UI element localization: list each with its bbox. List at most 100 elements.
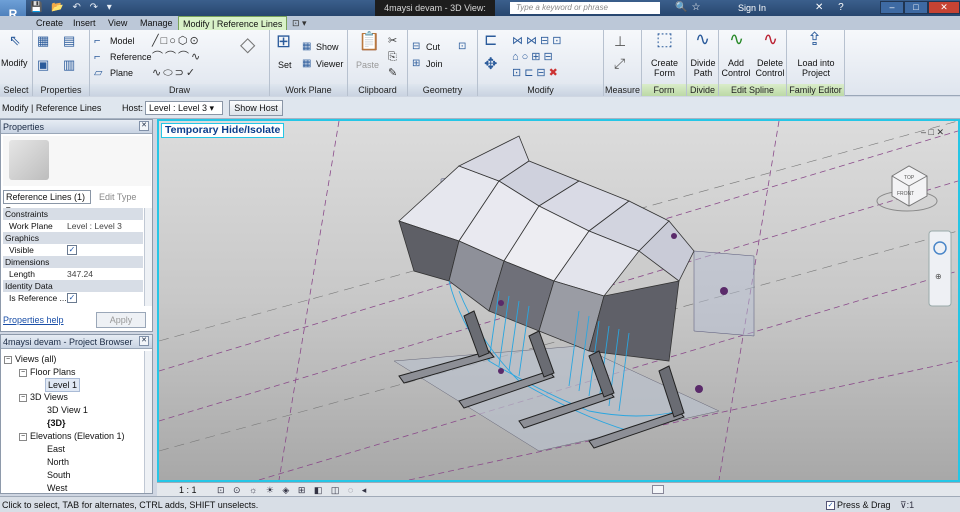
paste-icon[interactable]: 📋 xyxy=(358,32,380,50)
tree-node-selected[interactable]: Level 1 xyxy=(45,378,81,392)
modify-tools-row3-icon[interactable]: ⊡⊏⊟✖ xyxy=(512,66,561,80)
tree-node[interactable]: West xyxy=(47,482,67,494)
modify-tools-row2-icon[interactable]: ⌂○⊞⊟ xyxy=(512,50,556,64)
property-row[interactable]: Visible ✓ xyxy=(3,244,143,256)
draw-shapes-icon[interactable]: ╱□○⬡⊙ xyxy=(152,34,201,48)
horizontal-scrollbar-thumb[interactable] xyxy=(652,485,664,494)
view-window-controls[interactable]: – □ ✕ xyxy=(921,127,944,137)
minimize-button[interactable]: – xyxy=(880,1,904,14)
category-dimensions[interactable]: Dimensions xyxy=(3,256,143,268)
modify-tools-row1-icon[interactable]: ⋈⋈⊟⊡ xyxy=(512,34,564,48)
divide-path-button[interactable]: Divide Path xyxy=(687,58,719,78)
viewer-button[interactable]: Viewer xyxy=(316,59,343,69)
help-icon[interactable]: ✕ ? xyxy=(815,1,850,15)
match-properties-icon[interactable]: ✎ xyxy=(388,66,397,80)
delete-control-icon[interactable]: ∿ xyxy=(763,30,778,48)
drawing-area-3d-view[interactable]: FRONT TOP ⊕ – □ ✕ Temporary Hide/Isolate xyxy=(157,119,960,482)
plane-button[interactable]: Plane xyxy=(110,68,133,78)
join-geometry-icon[interactable]: ⊞ xyxy=(412,57,420,71)
tab-create[interactable]: Create xyxy=(36,16,63,30)
view-control-icons[interactable]: ⊡ ⊙ ☼ ☀ ◈ ⊞ ◧ ◫ ◌ ◂ xyxy=(217,483,369,497)
modify-button[interactable]: Modify xyxy=(1,58,28,68)
tab-insert[interactable]: Insert xyxy=(73,16,96,30)
property-row[interactable]: Length 347.24 xyxy=(3,268,143,280)
cut-icon[interactable]: ✂ xyxy=(388,34,397,48)
tree-node[interactable]: − Elevations (Elevation 1) xyxy=(19,430,125,442)
category-graphics[interactable]: Graphics xyxy=(3,232,143,244)
model-geometry[interactable]: FRONT TOP ⊕ – □ ✕ xyxy=(159,121,958,480)
reference-button[interactable]: Reference xyxy=(110,52,152,62)
visible-checkbox[interactable]: ✓ xyxy=(67,245,77,255)
dimension-icon[interactable]: ⤢ xyxy=(614,56,625,70)
viewer-icon[interactable]: ▦ xyxy=(302,57,311,71)
category-constraints[interactable]: Constraints xyxy=(3,208,143,220)
copy-icon[interactable]: ⎘ xyxy=(388,50,397,64)
draw-arcs-icon[interactable]: ⌒⌒⌒∿ xyxy=(152,50,202,64)
tree-node-active-view[interactable]: {3D} xyxy=(47,417,66,429)
infocenter-icons[interactable]: 🔍☆ xyxy=(675,1,704,15)
collapse-icon[interactable]: − xyxy=(19,432,27,441)
properties-icon[interactable]: ▤ xyxy=(63,34,75,48)
move-icon[interactable]: ✥ xyxy=(484,57,497,73)
wall-joins-icon[interactable]: ⊡ xyxy=(458,40,466,54)
paste-button[interactable]: Paste xyxy=(356,60,379,70)
close-button[interactable]: ✕ xyxy=(928,1,960,14)
show-host-button[interactable]: Show Host xyxy=(229,100,283,116)
sign-in-button[interactable]: Sign In xyxy=(738,1,766,15)
browser-scrollbar[interactable] xyxy=(144,351,152,493)
divide-path-icon[interactable]: ∿ xyxy=(695,30,710,48)
maximize-button[interactable]: □ xyxy=(904,1,928,14)
reference-line-icon[interactable]: ⌐ xyxy=(94,50,100,64)
search-input[interactable]: Type a keyword or phrase xyxy=(510,2,660,14)
tree-node[interactable]: South xyxy=(47,469,71,481)
show-button[interactable]: Show xyxy=(316,42,339,52)
show-icon[interactable]: ▦ xyxy=(302,40,311,54)
cut-geometry-icon[interactable]: ⊟ xyxy=(412,40,420,54)
edit-type-button[interactable]: Edit Type xyxy=(99,190,136,204)
property-row[interactable]: Work Plane Level : Level 3 xyxy=(3,220,143,232)
model-line-icon[interactable]: ⌐ xyxy=(94,34,100,48)
tree-node[interactable]: East xyxy=(47,443,65,455)
tree-node[interactable]: − Floor Plans xyxy=(19,366,76,378)
navigation-bar[interactable]: ⊕ xyxy=(928,230,952,307)
cursor-icon[interactable]: ⇖ xyxy=(9,33,21,47)
create-form-icon[interactable]: ⬚ xyxy=(656,30,673,48)
tab-modify-reference-lines[interactable]: Modify | Reference Lines xyxy=(178,16,288,30)
quick-access-toolbar[interactable]: 💾 📂 ↶ ↷ ▾ xyxy=(30,1,115,15)
add-control-icon[interactable]: ∿ xyxy=(729,30,744,48)
collapse-icon[interactable]: − xyxy=(4,355,12,364)
set-button[interactable]: Set xyxy=(278,60,292,70)
tab-view[interactable]: View xyxy=(108,16,127,30)
tree-node[interactable]: 3D View 1 xyxy=(47,404,88,416)
delete-control-button[interactable]: Delete Control xyxy=(753,58,787,78)
tree-node[interactable]: − Views (all) xyxy=(4,353,56,365)
category-identity-data[interactable]: Identity Data xyxy=(3,280,143,292)
add-control-button[interactable]: Add Control xyxy=(719,58,753,78)
viewcube[interactable]: FRONT TOP xyxy=(876,165,938,212)
folded-roof[interactable] xyxy=(398,135,695,362)
tab-overflow-icon[interactable]: ⊡ ▾ xyxy=(292,16,307,30)
tree-node[interactable]: North xyxy=(47,456,69,468)
close-icon[interactable]: ✕ xyxy=(139,336,149,346)
press-drag-checkbox[interactable]: ✓ xyxy=(826,501,835,511)
draw-ellipse-icon[interactable]: ∿⬭⊃✓ xyxy=(152,66,197,80)
set-workplane-icon[interactable]: ⊞ xyxy=(276,32,291,50)
collapse-icon[interactable]: − xyxy=(19,368,27,377)
cut-button[interactable]: Cut xyxy=(426,42,440,52)
properties-help-link[interactable]: Properties help xyxy=(3,313,64,327)
close-icon[interactable]: ✕ xyxy=(139,121,149,131)
type-selector[interactable]: Reference Lines (1) ▾ xyxy=(3,190,91,214)
apply-button[interactable]: Apply xyxy=(96,312,146,328)
family-types-icon[interactable]: ▣ xyxy=(37,58,49,72)
create-form-button[interactable]: Create Form xyxy=(642,58,687,78)
plane-icon[interactable]: ▱ xyxy=(94,66,102,80)
family-category-icon[interactable]: ▥ xyxy=(63,58,75,72)
load-into-project-button[interactable]: Load into Project xyxy=(787,58,845,78)
load-into-project-icon[interactable]: ⇪ xyxy=(807,30,822,48)
align-icon[interactable]: ⊏ xyxy=(484,33,497,49)
pick-lines-icon[interactable]: ◇ xyxy=(240,35,255,55)
press-drag-toggle[interactable]: ✓ Press & Drag xyxy=(826,497,891,512)
is-reference-checkbox[interactable]: ✓ xyxy=(67,293,77,303)
type-properties-icon[interactable]: ▦ xyxy=(37,34,49,48)
view-scale[interactable]: 1 : 1 xyxy=(179,483,197,497)
